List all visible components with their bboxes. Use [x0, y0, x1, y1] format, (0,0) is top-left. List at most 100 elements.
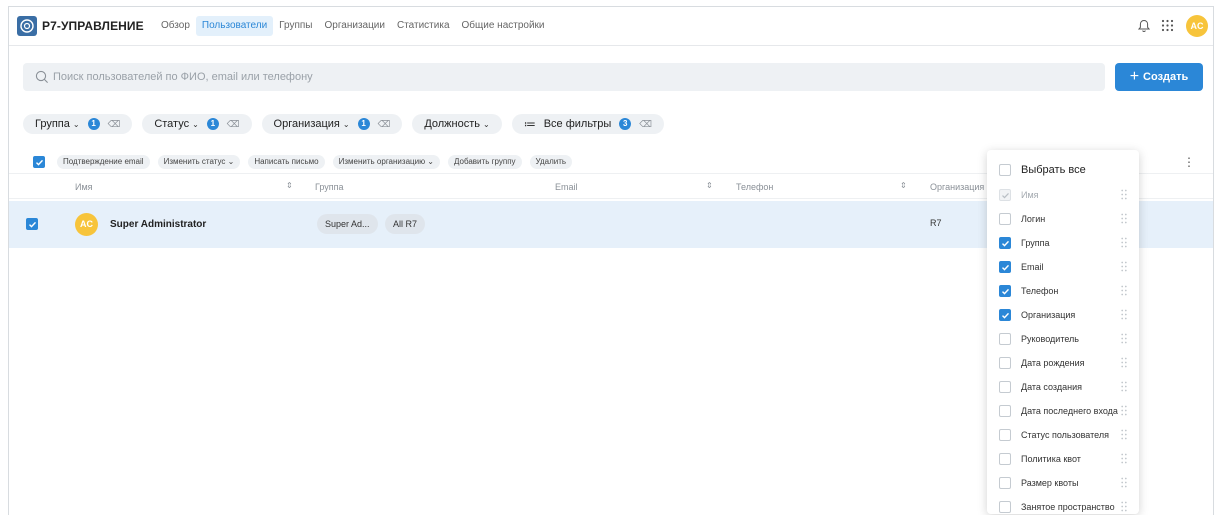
add-group-button[interactable]: Добавить группу	[448, 155, 522, 169]
drag-handle-icon[interactable]	[1121, 261, 1127, 272]
app-logo-text: Р7-УПРАВЛЕНИЕ	[42, 19, 144, 33]
column-option[interactable]: Email	[987, 255, 1139, 279]
delete-button[interactable]: Удалить	[529, 155, 573, 169]
column-option-label: Дата рождения	[1021, 358, 1085, 368]
drag-handle-icon[interactable]	[1121, 237, 1127, 248]
drag-handle-icon[interactable]	[1121, 477, 1127, 488]
drag-handle-icon[interactable]	[1121, 453, 1127, 464]
column-option[interactable]: Размер квоты	[987, 471, 1139, 495]
column-option-checkbox[interactable]	[999, 285, 1011, 297]
column-option-label: Выбрать все	[1021, 164, 1086, 176]
drag-handle-icon[interactable]	[1121, 381, 1127, 392]
search-icon	[35, 70, 49, 89]
column-option[interactable]: Логин	[987, 207, 1139, 231]
column-header-email[interactable]: Email	[555, 182, 578, 192]
filter-count-badge: 1	[357, 118, 370, 130]
column-header-group[interactable]: Группа	[315, 182, 344, 192]
change-status-label: Изменить статус	[163, 157, 226, 166]
column-option[interactable]: Занятое пространство	[987, 495, 1139, 515]
select-all-checkbox[interactable]	[33, 156, 45, 168]
create-button[interactable]: + Создать	[1115, 63, 1203, 91]
column-option-label: Занятое пространство	[1021, 502, 1115, 512]
drag-handle-icon[interactable]	[1121, 405, 1127, 416]
sort-icon[interactable]: ⇕	[286, 181, 293, 190]
search-input[interactable]	[53, 63, 1093, 91]
nav-general-settings[interactable]: Общие настройки	[456, 16, 551, 36]
filter-status[interactable]: Статус ⌄ 1 ⌫	[142, 114, 252, 134]
column-option-checkbox[interactable]	[999, 429, 1011, 441]
avatar: AC	[75, 213, 98, 236]
drag-handle-icon[interactable]	[1121, 333, 1127, 344]
column-header-organization[interactable]: Организация	[930, 182, 984, 192]
column-header-name[interactable]: Имя	[75, 182, 93, 192]
column-option-checkbox[interactable]	[999, 453, 1011, 465]
column-option[interactable]: Политика квот	[987, 447, 1139, 471]
write-letter-button[interactable]: Написать письмо	[248, 155, 325, 169]
column-option[interactable]: Статус пользователя	[987, 423, 1139, 447]
create-button-label: Создать	[1143, 71, 1189, 83]
nav-overview[interactable]: Обзор	[155, 16, 196, 36]
column-option-checkbox[interactable]	[999, 309, 1011, 321]
column-header-phone[interactable]: Телефон	[736, 182, 773, 192]
column-option[interactable]: Телефон	[987, 279, 1139, 303]
filter-group[interactable]: Группа ⌄ 1 ⌫	[23, 114, 133, 134]
select-all-columns-checkbox[interactable]	[999, 164, 1011, 176]
drag-handle-icon[interactable]	[1121, 357, 1127, 368]
user-avatar[interactable]: AC	[1186, 15, 1208, 37]
column-option[interactable]: Группа	[987, 231, 1139, 255]
user-name[interactable]: Super Administrator	[110, 219, 206, 230]
column-option-label: Руководитель	[1021, 334, 1079, 344]
column-option[interactable]: Руководитель	[987, 327, 1139, 351]
drag-handle-icon[interactable]	[1121, 189, 1127, 200]
column-option-checkbox[interactable]	[999, 501, 1011, 513]
column-option[interactable]: Дата создания	[987, 375, 1139, 399]
nav-statistics[interactable]: Статистика	[391, 16, 456, 36]
clear-filter-icon[interactable]: ⌫	[227, 119, 240, 130]
chevron-down-icon: ⌄	[72, 119, 80, 129]
apps-grid-icon[interactable]	[1161, 19, 1174, 37]
filter-group-label: Группа	[35, 118, 70, 130]
row-checkbox[interactable]	[26, 218, 38, 230]
column-option-select-all[interactable]: Выбрать все	[987, 157, 1139, 183]
change-status-button[interactable]: Изменить статус ⌄	[157, 155, 241, 169]
drag-handle-icon[interactable]	[1121, 285, 1127, 296]
filter-organization[interactable]: Организация ⌄ 1 ⌫	[261, 114, 403, 134]
column-option[interactable]: Дата последнего входа	[987, 399, 1139, 423]
clear-filter-icon[interactable]: ⌫	[108, 119, 121, 130]
more-options-icon[interactable]: ⋮	[1183, 155, 1195, 169]
bell-icon[interactable]	[1137, 19, 1151, 38]
drag-handle-icon[interactable]	[1121, 429, 1127, 440]
logo-icon	[17, 16, 37, 36]
column-option-label: Дата последнего входа	[1021, 406, 1118, 416]
nav-users[interactable]: Пользователи	[195, 16, 274, 36]
filter-count-badge: 3	[619, 118, 632, 130]
sort-icon[interactable]: ⇕	[900, 181, 907, 190]
clear-filter-icon[interactable]: ⌫	[378, 119, 391, 130]
filter-position[interactable]: Должность ⌄	[412, 114, 502, 134]
filter-position-label: Должность	[424, 118, 480, 130]
column-option-checkbox[interactable]	[999, 381, 1011, 393]
clear-filter-icon[interactable]: ⌫	[639, 119, 652, 130]
column-option-label: Размер квоты	[1021, 478, 1079, 488]
change-organization-button[interactable]: Изменить организацию ⌄	[332, 155, 440, 169]
column-option-checkbox[interactable]	[999, 405, 1011, 417]
column-option-checkbox[interactable]	[999, 237, 1011, 249]
column-option-checkbox[interactable]	[999, 261, 1011, 273]
drag-handle-icon[interactable]	[1121, 213, 1127, 224]
search-bar	[23, 63, 1105, 91]
column-option[interactable]: Дата рождения	[987, 351, 1139, 375]
drag-handle-icon[interactable]	[1121, 501, 1127, 512]
column-option: Имя	[987, 183, 1139, 207]
column-option-checkbox[interactable]	[999, 477, 1011, 489]
nav-groups[interactable]: Группы	[273, 16, 318, 36]
sort-icon[interactable]: ⇕	[706, 181, 713, 190]
nav-organizations[interactable]: Организации	[319, 16, 391, 36]
drag-handle-icon[interactable]	[1121, 309, 1127, 320]
column-option-checkbox[interactable]	[999, 333, 1011, 345]
filter-all[interactable]: ≔ Все фильтры 3 ⌫	[511, 114, 664, 134]
column-option-checkbox[interactable]	[999, 213, 1011, 225]
column-option-checkbox[interactable]	[999, 357, 1011, 369]
column-option[interactable]: Организация	[987, 303, 1139, 327]
confirm-email-button[interactable]: Подтверждение email	[57, 155, 150, 169]
plus-icon: +	[1129, 68, 1140, 85]
